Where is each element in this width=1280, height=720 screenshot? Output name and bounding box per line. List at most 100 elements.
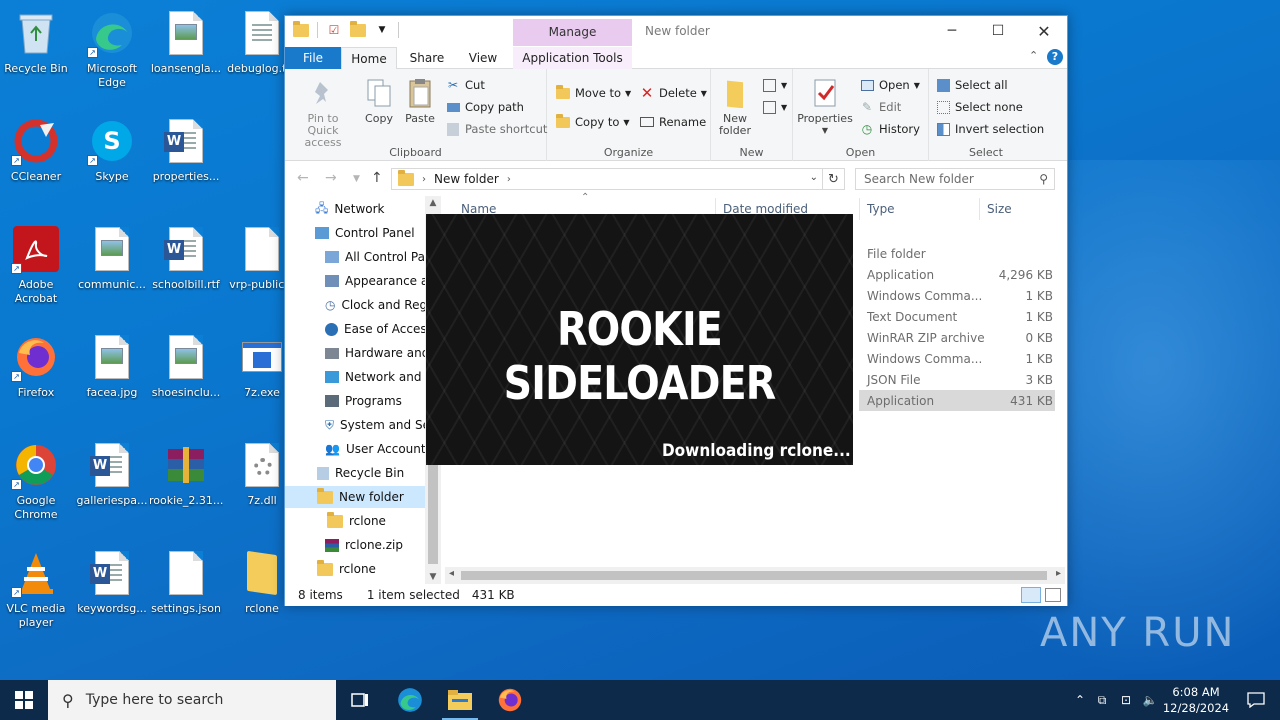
nav-item-all-control-panel[interactable]: All Control Par [325,246,430,268]
nav-item-programs[interactable]: Programs [325,390,402,412]
desktop-icon-settings-json[interactable]: settings.json [150,544,222,644]
refresh-icon[interactable]: ↻ [823,168,845,190]
nav-item-rclone-zip[interactable]: rclone.zip [325,534,403,556]
copy-button[interactable]: Copy [359,77,399,125]
volume-icon[interactable]: 🔈 [1138,693,1162,707]
desktop-icon-skype[interactable]: S ↗ Skype [76,112,148,212]
paste-shortcut-button[interactable]: Paste shortcut [445,119,547,139]
scroll-up-arrow-icon[interactable]: ▲ [425,198,441,208]
tab-application-tools[interactable]: Application Tools [513,47,632,69]
tab-view[interactable]: View [457,47,509,69]
scroll-left-arrow-icon[interactable]: ◂ [449,568,454,579]
taskbar-edge-button[interactable] [386,680,434,720]
desktop-icon-facea[interactable]: facea.jpg [76,328,148,428]
cut-button[interactable]: ✂ Cut [445,75,485,95]
acrobat-icon: ↗ [11,226,59,274]
desktop-icon-keywordsg[interactable]: W keywordsg... [76,544,148,644]
column-header-type[interactable]: Type [867,202,895,216]
desktop-icon-shoesinclu[interactable]: shoesinclu... [150,328,222,428]
help-icon[interactable]: ? [1047,49,1063,65]
nav-item-new-folder[interactable]: New folder [285,486,425,508]
invert-selection-button[interactable]: Invert selection [935,119,1044,139]
nav-item-hardware[interactable]: Hardware and [325,342,429,364]
up-arrow-icon[interactable]: ↑ [371,170,383,186]
taskbar-search-box[interactable]: ⚲ Type here to search [48,680,336,720]
delete-button[interactable]: ✕ Delete ▼ [639,83,707,103]
history-button[interactable]: ◷ History [859,119,920,139]
large-icons-view-icon[interactable] [1045,588,1061,602]
task-view-button[interactable] [336,680,384,720]
search-input[interactable]: Search New folder ⚲ [855,168,1055,190]
rename-button[interactable]: Rename [639,112,706,132]
taskbar-file-explorer-button[interactable] [436,680,484,720]
edit-button[interactable]: ✎ Edit [859,97,901,117]
nav-item-rclone-2[interactable]: rclone [317,558,376,580]
properties-check-icon[interactable]: ☑ [326,22,342,38]
minimize-button[interactable]: ─ [929,16,975,46]
new-folder-quick-icon[interactable] [350,20,366,38]
desktop-icon-loansengla[interactable]: loansengla... [150,4,222,104]
desktop-icon-rookie[interactable]: rookie_2.31... [149,436,223,536]
open-button[interactable]: Open ▼ [859,75,920,95]
desktop-icon-schoolbill[interactable]: W schoolbill.rtf [150,220,222,320]
customize-toolbar-chevron-icon[interactable]: ▼ [374,22,390,38]
details-view-icon[interactable] [1021,587,1041,603]
copy-to-button[interactable]: Copy to ▼ [555,112,630,132]
new-item-button[interactable]: ▼ [761,75,787,95]
nav-item-control-panel[interactable]: Control Panel [315,222,415,244]
properties-button[interactable]: Properties ▼ [797,77,853,137]
desktop-icon-properties[interactable]: W properties... [150,112,222,212]
new-folder-button[interactable]: New folder [715,77,755,137]
notifications-button[interactable] [1232,680,1280,720]
back-arrow-icon[interactable]: ← [297,170,309,186]
taskbar-clock[interactable]: 6:08 AM 12/28/2024 [1160,684,1232,716]
desktop-icon-google-chrome[interactable]: ↗ Google Chrome [0,436,72,536]
paste-button[interactable]: Paste [401,77,439,125]
desktop-icon-communic[interactable]: communic... [76,220,148,320]
taskbar-firefox-button[interactable] [486,680,534,720]
desktop-icon-firefox[interactable]: ↗ Firefox [0,328,72,428]
close-button[interactable]: ✕ [1021,16,1067,46]
start-button[interactable] [0,680,48,720]
copy-path-button[interactable]: Copy path [445,97,524,117]
easy-access-button[interactable]: ▼ [761,97,787,117]
tab-home[interactable]: Home [341,47,397,70]
desktop-icon-adobe-acrobat[interactable]: ↗ Adobe Acrobat [0,220,72,320]
tab-file[interactable]: File [285,47,341,69]
scroll-thumb[interactable] [461,571,1047,580]
nav-item-system-security[interactable]: ⛨ System and Se [325,414,430,436]
manage-contextual-tab[interactable]: Manage [513,19,632,46]
ethernet-icon[interactable]: ⊡ [1114,693,1138,707]
address-field[interactable]: › New folder › ⌄ [391,168,823,190]
collapse-ribbon-chevron-icon[interactable]: ⌃ [1029,49,1038,62]
select-all-button[interactable]: Select all [935,75,1008,95]
select-none-button[interactable]: Select none [935,97,1023,117]
horizontal-scrollbar[interactable]: ◂ ▸ [445,567,1065,584]
nav-item-network-internet[interactable]: Network and Ir [325,366,434,388]
recent-locations-chevron-icon[interactable]: ▼ [353,174,360,184]
nav-item-appearance[interactable]: Appearance an [325,270,436,292]
show-hidden-icons-chevron-icon[interactable]: ⌃ [1070,693,1090,707]
tab-share[interactable]: Share [401,47,453,69]
scroll-down-arrow-icon[interactable]: ▼ [425,572,441,582]
maximize-button[interactable]: ☐ [975,16,1021,46]
desktop-icon-vlc[interactable]: ↗ VLC media player [0,544,72,644]
network-status-icon[interactable]: ⧉ [1090,693,1114,708]
breadcrumb-new-folder[interactable]: New folder [434,172,499,186]
desktop-icon-galleriespa[interactable]: W galleriespa... [76,436,148,536]
column-header-size[interactable]: Size [987,202,1012,216]
nav-item-recycle-bin[interactable]: Recycle Bin [317,462,404,484]
move-to-button[interactable]: Move to ▼ [555,83,631,103]
scroll-right-arrow-icon[interactable]: ▸ [1056,568,1061,579]
nav-item-rclone[interactable]: rclone [327,510,386,532]
nav-item-user-accounts[interactable]: 👥 User Accounts [325,438,432,460]
desktop-icon-recycle-bin[interactable]: Recycle Bin [0,4,72,104]
desktop-icon-ccleaner[interactable]: ↗ CCleaner [0,112,72,212]
forward-arrow-icon[interactable]: → [325,170,337,186]
address-dropdown-chevron-icon[interactable]: ⌄ [810,172,818,183]
nav-item-clock-region[interactable]: ◷ Clock and Regi [325,294,430,316]
pin-to-quick-access-button[interactable]: Pin to Quick access [291,77,355,149]
nav-item-ease-of-access[interactable]: Ease of Access [325,318,433,340]
desktop-icon-microsoft-edge[interactable]: ↗ Microsoft Edge [76,4,148,104]
nav-item-network[interactable]: 🖧 Network [315,198,385,220]
